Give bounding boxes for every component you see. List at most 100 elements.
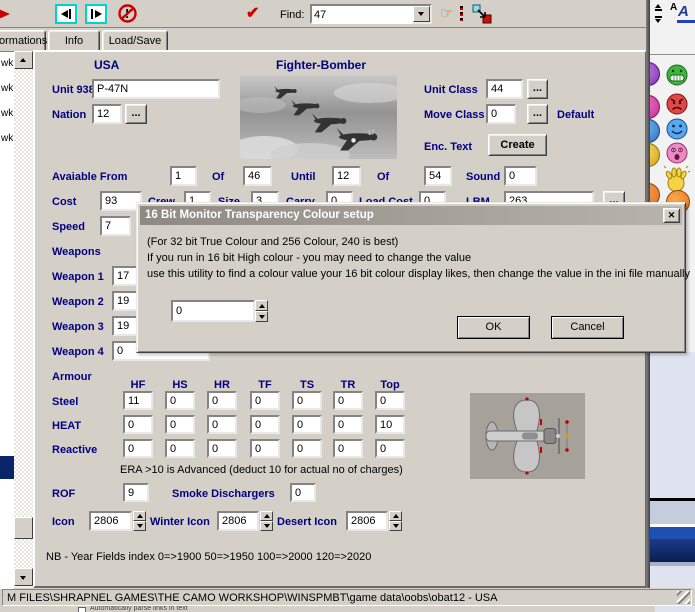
icon-spinner[interactable] <box>133 511 146 531</box>
desert-icon-spinner[interactable] <box>389 511 402 531</box>
nation-browse-button[interactable]: ... <box>125 104 147 124</box>
winter-icon-spinner[interactable] <box>260 511 273 531</box>
emoticon-smile[interactable] <box>666 118 688 140</box>
colour-value-spinner[interactable] <box>255 300 268 322</box>
steel-hf-field[interactable] <box>123 391 153 410</box>
sound-field[interactable] <box>504 166 537 186</box>
tab-formations[interactable]: ormations <box>0 30 46 51</box>
list-scrollbar[interactable] <box>14 51 33 588</box>
rof-label: ROF <box>52 488 75 500</box>
heat-tf-field[interactable] <box>250 415 280 434</box>
heat-ts-field[interactable] <box>292 415 322 434</box>
confirm-check-icon[interactable]: ✔ <box>246 3 259 23</box>
winter-spin-down[interactable] <box>260 521 273 531</box>
scroll-down-button[interactable] <box>14 568 33 586</box>
heat-tr-field[interactable] <box>333 415 363 434</box>
desert-icon-field[interactable] <box>346 511 388 531</box>
dialog-titlebar[interactable]: 16 Bit Monitor Transparency Colour setup <box>140 206 682 225</box>
scroll-thumb[interactable] <box>14 517 33 539</box>
hand-pointer-icon[interactable]: ☞ <box>440 4 466 24</box>
steel-tr-field[interactable] <box>333 391 363 410</box>
of1-field[interactable] <box>243 166 272 186</box>
no-entry-icon[interactable]: ! <box>118 4 137 23</box>
find-input[interactable] <box>312 6 412 24</box>
emoticon-grin[interactable] <box>666 64 688 86</box>
tab-load-save[interactable]: Load/Save <box>102 30 168 51</box>
next-unit-button[interactable] <box>85 4 107 24</box>
steel-hs-field[interactable] <box>165 391 195 410</box>
reactive-tr-field[interactable] <box>333 439 363 458</box>
create-button[interactable]: Create <box>488 134 547 156</box>
ok-button[interactable]: OK <box>457 316 530 339</box>
winter-spin-up[interactable] <box>260 511 273 521</box>
transfer-icon[interactable] <box>472 4 492 24</box>
emoticon-partial-yellow[interactable] <box>650 143 660 167</box>
selected-list-item[interactable] <box>0 456 14 479</box>
until-field[interactable] <box>332 166 361 186</box>
cancel-button[interactable]: Cancel <box>551 316 624 339</box>
winter-icon-field[interactable] <box>217 511 259 531</box>
smoke-field[interactable] <box>290 483 316 502</box>
of1-label: Of <box>212 171 224 183</box>
find-dropdown-button[interactable] <box>413 6 430 22</box>
font-size-icon[interactable]: A <box>670 2 677 13</box>
reactive-hf-field[interactable] <box>123 439 153 458</box>
reactive-ts-field[interactable] <box>292 439 322 458</box>
emoticon-partial-purple[interactable] <box>650 62 660 86</box>
emoticon-partial-blue[interactable] <box>650 119 660 143</box>
emoticon-angry[interactable] <box>666 93 688 115</box>
colour-value-field[interactable] <box>171 300 255 322</box>
available-from-field[interactable] <box>170 166 197 186</box>
icon-label: Icon <box>52 516 75 528</box>
emoticon-partial-magenta[interactable] <box>650 95 660 119</box>
parse-links-checkbox[interactable] <box>78 607 86 612</box>
list-item[interactable]: wk <box>1 133 13 145</box>
reactive-tf-field[interactable] <box>250 439 280 458</box>
parse-links-label: Automatically parse links in text <box>90 606 188 612</box>
prev-unit-button[interactable] <box>55 4 77 24</box>
icon-field[interactable] <box>89 511 132 531</box>
dialog-close-button[interactable]: ✕ <box>663 208 680 223</box>
font-color-icon[interactable]: A <box>678 3 689 20</box>
reactive-hr-field[interactable] <box>207 439 237 458</box>
list-item[interactable]: wk <box>1 58 13 70</box>
scroll-up-button[interactable] <box>14 51 33 69</box>
colour-spin-down[interactable] <box>255 311 268 322</box>
toolbar-divider <box>650 54 695 55</box>
move-class-browse-button[interactable]: ... <box>527 104 548 124</box>
tab-info[interactable]: Info <box>48 30 100 51</box>
steel-ts-field[interactable] <box>292 391 322 410</box>
bottom-right-lavender <box>655 606 695 612</box>
unit-name-field[interactable] <box>92 79 220 99</box>
rof-field[interactable] <box>123 483 149 502</box>
nation-field[interactable] <box>92 104 122 124</box>
reactive-hs-field[interactable] <box>165 439 195 458</box>
list-item[interactable]: wk <box>1 108 13 120</box>
find-combobox[interactable] <box>310 4 432 24</box>
heat-hr-field[interactable] <box>207 415 237 434</box>
steel-top-field[interactable] <box>375 391 405 410</box>
unit-class-browse-button[interactable]: ... <box>527 79 548 99</box>
of2-field[interactable] <box>424 166 452 186</box>
unit-class-field[interactable] <box>486 79 523 99</box>
spin-small-up-icon[interactable] <box>655 4 662 11</box>
heat-top-field[interactable] <box>375 415 405 434</box>
steel-tf-field[interactable] <box>250 391 280 410</box>
until-label: Until <box>291 171 315 183</box>
desert-spin-down[interactable] <box>389 521 402 531</box>
icon-spin-up[interactable] <box>133 511 146 521</box>
list-item[interactable]: wk <box>1 83 13 95</box>
emoticon-surprised[interactable] <box>666 142 688 164</box>
icon-spin-down[interactable] <box>133 521 146 531</box>
resize-grip[interactable] <box>677 591 690 604</box>
colour-spin-up[interactable] <box>255 300 268 311</box>
desert-spin-up[interactable] <box>389 511 402 521</box>
move-class-field[interactable] <box>486 104 516 124</box>
spin-small-down-icon[interactable] <box>655 16 662 23</box>
heat-hs-field[interactable] <box>165 415 195 434</box>
heat-hf-field[interactable] <box>123 415 153 434</box>
speed-field[interactable] <box>100 216 131 236</box>
steel-hr-field[interactable] <box>207 391 237 410</box>
reactive-top-field[interactable] <box>375 439 405 458</box>
unit-list[interactable]: wk wk wk wk <box>0 51 14 589</box>
